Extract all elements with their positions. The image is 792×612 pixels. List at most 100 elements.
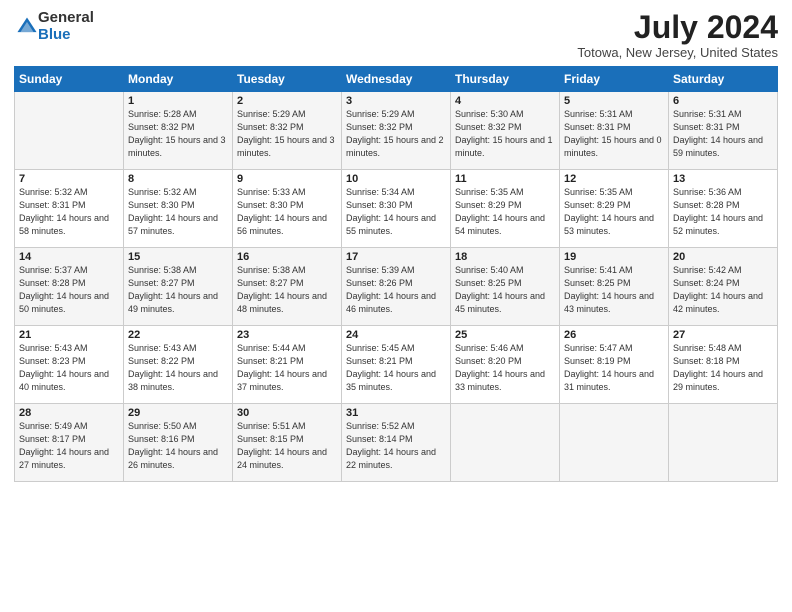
day-info: Sunrise: 5:30 AMSunset: 8:32 PMDaylight:… — [455, 108, 555, 160]
day-cell: 13Sunrise: 5:36 AMSunset: 8:28 PMDayligh… — [669, 170, 778, 248]
day-cell — [560, 404, 669, 482]
day-info: Sunrise: 5:29 AMSunset: 8:32 PMDaylight:… — [237, 108, 337, 160]
day-info: Sunrise: 5:32 AMSunset: 8:31 PMDaylight:… — [19, 186, 119, 238]
logo-blue: Blue — [38, 27, 94, 44]
day-cell: 10Sunrise: 5:34 AMSunset: 8:30 PMDayligh… — [342, 170, 451, 248]
header: General Blue July 2024 Totowa, New Jerse… — [14, 10, 778, 60]
day-info: Sunrise: 5:33 AMSunset: 8:30 PMDaylight:… — [237, 186, 337, 238]
day-info: Sunrise: 5:36 AMSunset: 8:28 PMDaylight:… — [673, 186, 773, 238]
day-info: Sunrise: 5:50 AMSunset: 8:16 PMDaylight:… — [128, 420, 228, 472]
day-cell — [15, 92, 124, 170]
header-sunday: Sunday — [15, 67, 124, 92]
day-info: Sunrise: 5:44 AMSunset: 8:21 PMDaylight:… — [237, 342, 337, 394]
day-cell: 4Sunrise: 5:30 AMSunset: 8:32 PMDaylight… — [451, 92, 560, 170]
day-cell: 3Sunrise: 5:29 AMSunset: 8:32 PMDaylight… — [342, 92, 451, 170]
day-number: 25 — [455, 329, 555, 341]
day-info: Sunrise: 5:46 AMSunset: 8:20 PMDaylight:… — [455, 342, 555, 394]
header-wednesday: Wednesday — [342, 67, 451, 92]
week-row-2: 7Sunrise: 5:32 AMSunset: 8:31 PMDaylight… — [15, 170, 778, 248]
day-info: Sunrise: 5:29 AMSunset: 8:32 PMDaylight:… — [346, 108, 446, 160]
day-number: 6 — [673, 95, 773, 107]
day-number: 1 — [128, 95, 228, 107]
day-info: Sunrise: 5:51 AMSunset: 8:15 PMDaylight:… — [237, 420, 337, 472]
day-info: Sunrise: 5:48 AMSunset: 8:18 PMDaylight:… — [673, 342, 773, 394]
day-info: Sunrise: 5:34 AMSunset: 8:30 PMDaylight:… — [346, 186, 446, 238]
day-number: 24 — [346, 329, 446, 341]
day-cell: 9Sunrise: 5:33 AMSunset: 8:30 PMDaylight… — [233, 170, 342, 248]
main-title: July 2024 — [577, 10, 778, 45]
header-tuesday: Tuesday — [233, 67, 342, 92]
day-cell: 24Sunrise: 5:45 AMSunset: 8:21 PMDayligh… — [342, 326, 451, 404]
day-cell: 27Sunrise: 5:48 AMSunset: 8:18 PMDayligh… — [669, 326, 778, 404]
day-info: Sunrise: 5:49 AMSunset: 8:17 PMDaylight:… — [19, 420, 119, 472]
day-info: Sunrise: 5:31 AMSunset: 8:31 PMDaylight:… — [564, 108, 664, 160]
day-number: 19 — [564, 251, 664, 263]
week-row-5: 28Sunrise: 5:49 AMSunset: 8:17 PMDayligh… — [15, 404, 778, 482]
day-number: 14 — [19, 251, 119, 263]
week-row-4: 21Sunrise: 5:43 AMSunset: 8:23 PMDayligh… — [15, 326, 778, 404]
day-number: 23 — [237, 329, 337, 341]
subtitle: Totowa, New Jersey, United States — [577, 45, 778, 60]
day-cell: 17Sunrise: 5:39 AMSunset: 8:26 PMDayligh… — [342, 248, 451, 326]
header-monday: Monday — [124, 67, 233, 92]
week-row-3: 14Sunrise: 5:37 AMSunset: 8:28 PMDayligh… — [15, 248, 778, 326]
day-cell: 25Sunrise: 5:46 AMSunset: 8:20 PMDayligh… — [451, 326, 560, 404]
day-number: 27 — [673, 329, 773, 341]
day-cell — [451, 404, 560, 482]
day-cell: 19Sunrise: 5:41 AMSunset: 8:25 PMDayligh… — [560, 248, 669, 326]
header-friday: Friday — [560, 67, 669, 92]
day-info: Sunrise: 5:32 AMSunset: 8:30 PMDaylight:… — [128, 186, 228, 238]
day-number: 26 — [564, 329, 664, 341]
day-info: Sunrise: 5:40 AMSunset: 8:25 PMDaylight:… — [455, 264, 555, 316]
day-number: 16 — [237, 251, 337, 263]
day-number: 10 — [346, 173, 446, 185]
day-number: 18 — [455, 251, 555, 263]
header-row: Sunday Monday Tuesday Wednesday Thursday… — [15, 67, 778, 92]
day-cell: 11Sunrise: 5:35 AMSunset: 8:29 PMDayligh… — [451, 170, 560, 248]
day-number: 9 — [237, 173, 337, 185]
day-info: Sunrise: 5:35 AMSunset: 8:29 PMDaylight:… — [564, 186, 664, 238]
day-cell: 21Sunrise: 5:43 AMSunset: 8:23 PMDayligh… — [15, 326, 124, 404]
day-info: Sunrise: 5:45 AMSunset: 8:21 PMDaylight:… — [346, 342, 446, 394]
day-number: 11 — [455, 173, 555, 185]
week-row-1: 1Sunrise: 5:28 AMSunset: 8:32 PMDaylight… — [15, 92, 778, 170]
day-cell: 30Sunrise: 5:51 AMSunset: 8:15 PMDayligh… — [233, 404, 342, 482]
day-cell: 14Sunrise: 5:37 AMSunset: 8:28 PMDayligh… — [15, 248, 124, 326]
day-number: 15 — [128, 251, 228, 263]
logo-text: General Blue — [38, 10, 94, 43]
day-number: 2 — [237, 95, 337, 107]
logo: General Blue — [14, 10, 94, 43]
day-cell: 16Sunrise: 5:38 AMSunset: 8:27 PMDayligh… — [233, 248, 342, 326]
day-cell: 26Sunrise: 5:47 AMSunset: 8:19 PMDayligh… — [560, 326, 669, 404]
day-info: Sunrise: 5:31 AMSunset: 8:31 PMDaylight:… — [673, 108, 773, 160]
day-cell: 5Sunrise: 5:31 AMSunset: 8:31 PMDaylight… — [560, 92, 669, 170]
day-info: Sunrise: 5:43 AMSunset: 8:22 PMDaylight:… — [128, 342, 228, 394]
page: General Blue July 2024 Totowa, New Jerse… — [0, 0, 792, 612]
day-cell: 8Sunrise: 5:32 AMSunset: 8:30 PMDaylight… — [124, 170, 233, 248]
day-number: 20 — [673, 251, 773, 263]
day-cell: 28Sunrise: 5:49 AMSunset: 8:17 PMDayligh… — [15, 404, 124, 482]
day-cell: 6Sunrise: 5:31 AMSunset: 8:31 PMDaylight… — [669, 92, 778, 170]
day-number: 3 — [346, 95, 446, 107]
day-info: Sunrise: 5:35 AMSunset: 8:29 PMDaylight:… — [455, 186, 555, 238]
day-cell: 18Sunrise: 5:40 AMSunset: 8:25 PMDayligh… — [451, 248, 560, 326]
day-cell: 22Sunrise: 5:43 AMSunset: 8:22 PMDayligh… — [124, 326, 233, 404]
day-cell: 20Sunrise: 5:42 AMSunset: 8:24 PMDayligh… — [669, 248, 778, 326]
day-number: 12 — [564, 173, 664, 185]
title-block: July 2024 Totowa, New Jersey, United Sta… — [577, 10, 778, 60]
day-number: 31 — [346, 407, 446, 419]
day-info: Sunrise: 5:37 AMSunset: 8:28 PMDaylight:… — [19, 264, 119, 316]
day-number: 8 — [128, 173, 228, 185]
day-number: 5 — [564, 95, 664, 107]
logo-icon — [16, 16, 38, 38]
day-cell: 1Sunrise: 5:28 AMSunset: 8:32 PMDaylight… — [124, 92, 233, 170]
day-cell: 2Sunrise: 5:29 AMSunset: 8:32 PMDaylight… — [233, 92, 342, 170]
day-number: 17 — [346, 251, 446, 263]
day-number: 7 — [19, 173, 119, 185]
day-info: Sunrise: 5:43 AMSunset: 8:23 PMDaylight:… — [19, 342, 119, 394]
day-cell: 23Sunrise: 5:44 AMSunset: 8:21 PMDayligh… — [233, 326, 342, 404]
day-cell: 31Sunrise: 5:52 AMSunset: 8:14 PMDayligh… — [342, 404, 451, 482]
calendar-table: Sunday Monday Tuesday Wednesday Thursday… — [14, 66, 778, 482]
day-number: 4 — [455, 95, 555, 107]
day-cell — [669, 404, 778, 482]
